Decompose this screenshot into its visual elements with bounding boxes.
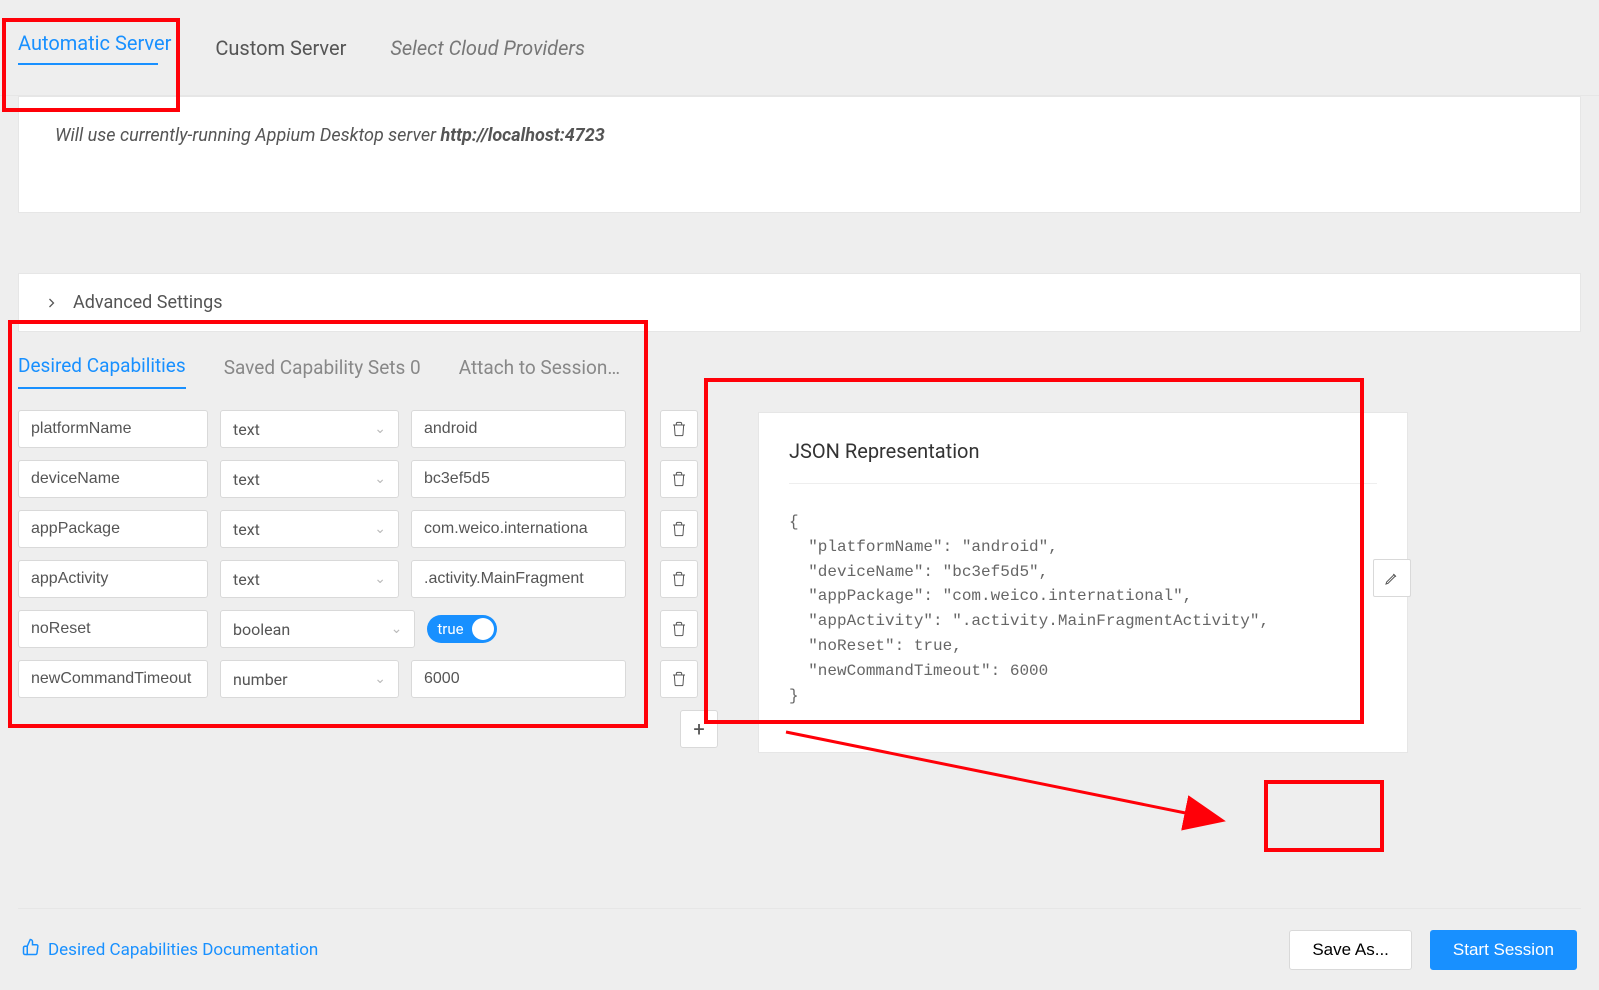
save-as-button[interactable]: Save As...: [1289, 930, 1412, 970]
capability-type-select[interactable]: text⌄: [220, 460, 399, 498]
edit-json-button[interactable]: [1373, 559, 1411, 597]
json-representation-panel: JSON Representation { "platformName": "a…: [758, 412, 1408, 753]
server-info-text: Will use currently-running Appium Deskto…: [55, 125, 440, 146]
delete-capability-button[interactable]: [660, 610, 698, 648]
capability-name-input[interactable]: [18, 560, 208, 598]
capability-type-select[interactable]: text⌄: [220, 560, 399, 598]
toggle-knob: [472, 618, 494, 640]
chevron-down-icon: ⌄: [374, 421, 386, 437]
json-title: JSON Representation: [789, 439, 1377, 484]
delete-capability-button[interactable]: [660, 660, 698, 698]
toggle-label: true: [437, 620, 463, 638]
server-host: http://localhost:4723: [440, 125, 604, 146]
advanced-settings-toggle[interactable]: Advanced Settings: [18, 273, 1581, 332]
capability-value-input[interactable]: [411, 510, 626, 548]
delete-capability-button[interactable]: [660, 410, 698, 448]
documentation-link[interactable]: Desired Capabilities Documentation: [22, 938, 318, 961]
tab-attach-to-session[interactable]: Attach to Session…: [459, 346, 620, 389]
capability-tabs: Desired Capabilities Saved Capability Se…: [18, 336, 698, 390]
capability-name-input[interactable]: [18, 510, 208, 548]
tab-label: Automatic Server: [18, 31, 171, 55]
capabilities-left: Desired Capabilities Saved Capability Se…: [18, 336, 698, 753]
capability-value-input[interactable]: [411, 460, 626, 498]
capability-type-select[interactable]: boolean⌄: [220, 610, 415, 648]
chevron-down-icon: ⌄: [374, 521, 386, 537]
delete-capability-button[interactable]: [660, 460, 698, 498]
capability-value-input[interactable]: [411, 660, 626, 698]
footer: Desired Capabilities Documentation Save …: [18, 908, 1581, 990]
tab-automatic-server[interactable]: Automatic Server: [18, 11, 191, 85]
capability-row: text⌄: [18, 510, 698, 548]
capability-type-select[interactable]: number⌄: [220, 660, 399, 698]
capability-name-input[interactable]: [18, 660, 208, 698]
chevron-down-icon: ⌄: [374, 671, 386, 687]
capability-type-select[interactable]: text⌄: [220, 510, 399, 548]
pencil-icon: [1384, 570, 1400, 586]
capabilities-area: Desired Capabilities Saved Capability Se…: [18, 336, 1581, 753]
chevron-right-icon: [43, 295, 59, 311]
json-body: { "platformName": "android", "deviceName…: [789, 510, 1377, 708]
capability-value-input[interactable]: [411, 410, 626, 448]
annotation-box: [1264, 780, 1384, 852]
tab-label: Custom Server: [215, 36, 346, 60]
start-session-button[interactable]: Start Session: [1430, 930, 1577, 970]
chevron-down-icon: ⌄: [374, 571, 386, 587]
advanced-settings-label: Advanced Settings: [73, 292, 223, 313]
capability-row: text⌄: [18, 460, 698, 498]
capability-name-input[interactable]: [18, 610, 208, 648]
delete-capability-button[interactable]: [660, 560, 698, 598]
server-info-panel: Will use currently-running Appium Deskto…: [18, 96, 1581, 213]
chevron-down-icon: ⌄: [374, 471, 386, 487]
footer-right: Save As... Start Session: [1289, 930, 1577, 970]
chevron-down-icon: ⌄: [391, 621, 403, 637]
tab-custom-server[interactable]: Custom Server: [215, 16, 366, 80]
delete-capability-button[interactable]: [660, 510, 698, 548]
plus-icon: +: [693, 717, 704, 741]
capability-row: text⌄: [18, 410, 698, 448]
documentation-label: Desired Capabilities Documentation: [48, 940, 318, 960]
tab-label: Select Cloud Providers: [390, 36, 585, 60]
capability-boolean-toggle[interactable]: true: [427, 615, 497, 643]
capability-row: number⌄: [18, 660, 698, 698]
thumbs-up-icon: [22, 938, 40, 961]
tab-desired-capabilities[interactable]: Desired Capabilities: [18, 344, 186, 389]
add-capability-button[interactable]: +: [680, 710, 718, 748]
capability-row: text⌄: [18, 560, 698, 598]
capability-name-input[interactable]: [18, 410, 208, 448]
capability-value-input[interactable]: [411, 560, 626, 598]
tab-cloud-providers[interactable]: Select Cloud Providers: [390, 16, 605, 80]
capability-rows: text⌄ text⌄ text⌄ text⌄: [18, 410, 698, 698]
capability-row: boolean⌄ true: [18, 610, 698, 648]
top-tabs: Automatic Server Custom Server Select Cl…: [0, 0, 1599, 96]
capability-type-select[interactable]: text⌄: [220, 410, 399, 448]
capability-name-input[interactable]: [18, 460, 208, 498]
tab-saved-capability-sets[interactable]: Saved Capability Sets 0: [224, 346, 421, 389]
